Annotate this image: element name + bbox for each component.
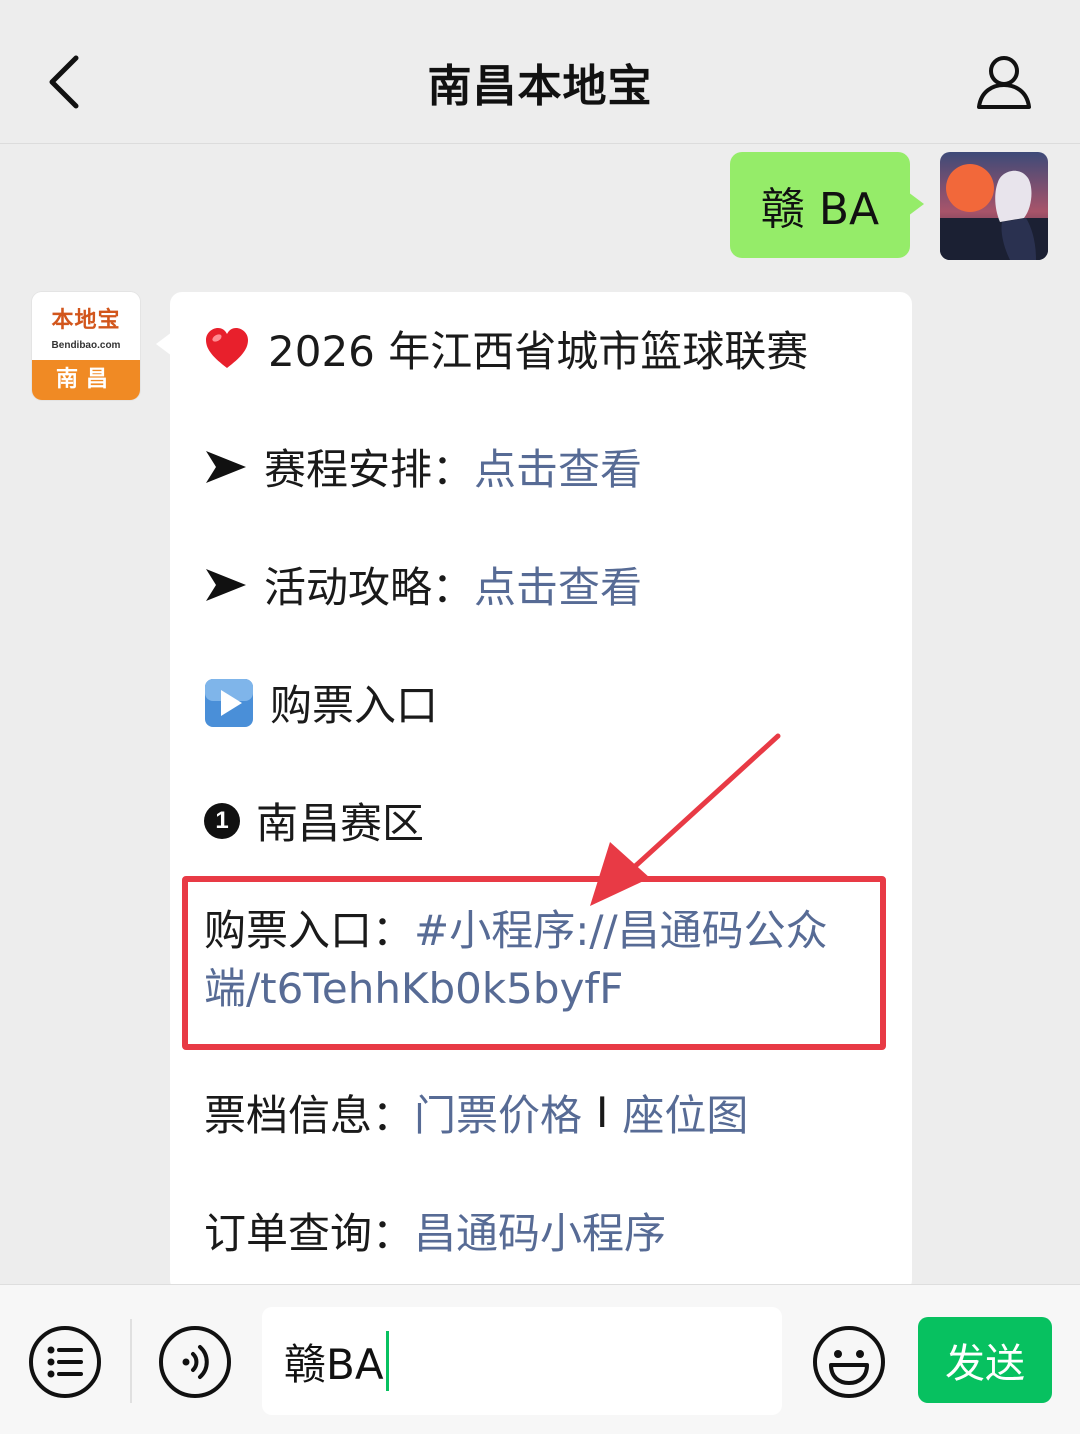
person-icon — [977, 56, 1031, 109]
user-avatar[interactable] — [940, 152, 1048, 260]
play-button-icon — [205, 678, 253, 727]
schedule-label: 赛程安排： — [264, 445, 475, 494]
schedule-row: 赛程安排： 点击查看 — [204, 436, 642, 497]
title-text: 2026 年江西省城市篮球联赛 — [268, 327, 809, 376]
avatar-image — [940, 152, 1048, 260]
number-one-icon: 1 — [204, 802, 240, 839]
page-title: 南昌本地宝 — [427, 61, 653, 112]
voice-icon[interactable] — [158, 1325, 232, 1399]
ticket-heading: 购票入口 — [270, 681, 439, 730]
sent-message-bubble[interactable]: 赣 BA — [730, 152, 924, 258]
account-avatar[interactable]: 本地宝 Bendibao.com 南昌 — [32, 292, 140, 400]
ticket-info-label: 票档信息： — [204, 1091, 415, 1140]
schedule-link[interactable]: 点击查看 — [474, 436, 642, 497]
list-menu-icon[interactable] — [28, 1325, 102, 1399]
message-input[interactable]: 赣BA — [262, 1307, 782, 1415]
guide-row: 活动攻略： 点击查看 — [204, 554, 642, 615]
arrow-right-icon — [206, 450, 246, 483]
ticket-heading-row: 购票入口 — [204, 672, 438, 733]
text-cursor — [385, 1331, 389, 1391]
brand-domain: Bendibao.com — [51, 340, 121, 351]
emoji-icon[interactable] — [812, 1325, 886, 1399]
heart-icon — [206, 327, 248, 368]
profile-button[interactable] — [970, 48, 1038, 116]
annotation-arrow — [590, 733, 781, 906]
send-button[interactable]: 发送 — [918, 1317, 1052, 1403]
ticket-price-link[interactable]: 门票价格 — [414, 1082, 582, 1143]
arrow-right-icon — [206, 568, 246, 601]
logo: 本地宝 Bendibao.com — [32, 292, 140, 356]
title-bar: 南昌本地宝 — [0, 0, 1080, 144]
message-title: 2026 年江西省城市篮球联赛 — [204, 318, 808, 379]
ticket-entry-label: 购票入口： — [204, 906, 415, 955]
guide-label: 活动攻略： — [264, 563, 475, 612]
sent-message-text: 赣 BA — [760, 184, 880, 235]
ticket-info-row: 票档信息： 门票价格 I 座位图 — [204, 1082, 748, 1143]
region-row: 1 南昌赛区 — [204, 790, 424, 851]
brand-city: 南昌 — [32, 360, 140, 400]
separator: I — [596, 1088, 609, 1137]
brand-name: 本地宝 — [51, 307, 121, 333]
guide-link[interactable]: 点击查看 — [474, 554, 642, 615]
input-text: 赣BA — [284, 1339, 384, 1389]
order-query-row: 订单查询： 昌通码小程序 — [204, 1200, 666, 1261]
input-bar: 赣BA 发送 — [0, 1284, 1080, 1434]
order-query-link[interactable]: 昌通码小程序 — [414, 1200, 666, 1261]
order-query-label: 订单查询： — [204, 1209, 415, 1258]
seat-map-link[interactable]: 座位图 — [622, 1082, 748, 1143]
received-message-bubble: 2026 年江西省城市篮球联赛 赛程安排： 点击查看 活动攻略： 点击查看 购票… — [156, 292, 912, 1292]
ticket-entry-row: 购票入口：#小程序://昌通码公众端/t6TehhKb0k5byfF — [204, 902, 880, 1018]
region-name: 南昌赛区 — [256, 799, 425, 848]
divider — [130, 1319, 132, 1403]
